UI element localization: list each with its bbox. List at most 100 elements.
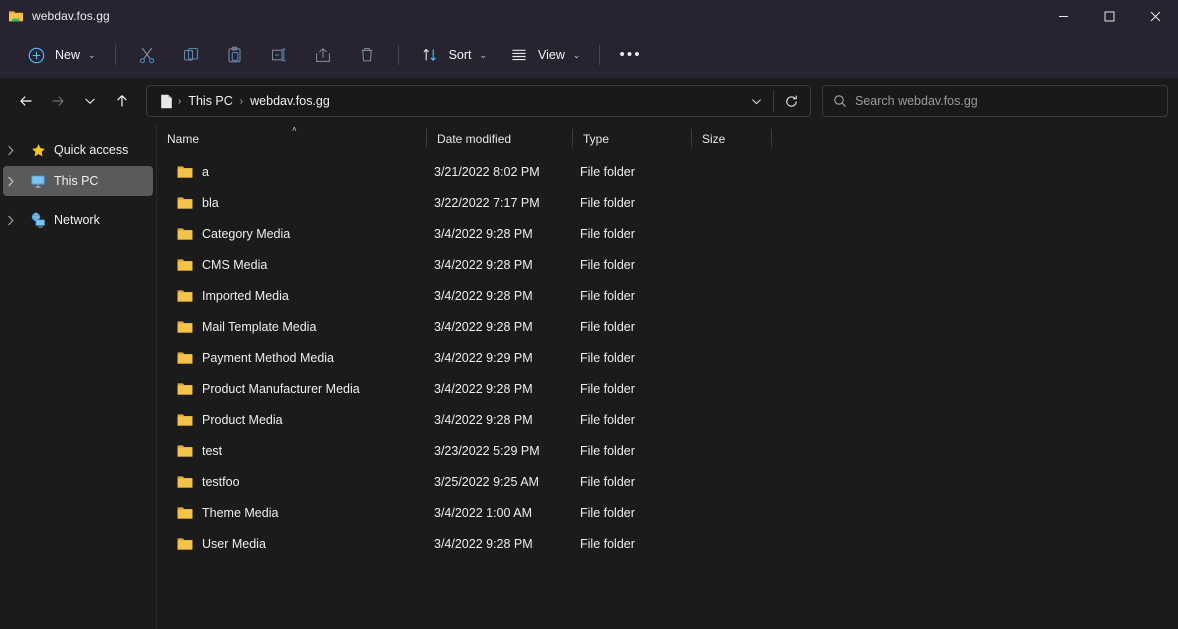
cell-date-modified: 3/21/2022 8:02 PM — [434, 164, 540, 179]
minimize-button[interactable] — [1040, 0, 1086, 32]
column-header-label: Type — [583, 132, 610, 146]
folder-icon — [177, 165, 193, 179]
overflow-menu-button[interactable]: ••• — [609, 39, 651, 71]
cell-name: Imported Media — [160, 280, 427, 311]
column-divider[interactable] — [771, 129, 772, 148]
table-row[interactable]: Payment Method Media 3/4/2022 9:29 PM File… — [160, 342, 1175, 373]
table-row[interactable]: Product Media 3/4/2022 9:28 PM File folder — [160, 404, 1175, 435]
delete-button[interactable] — [345, 39, 389, 71]
cell-name: testfoo — [160, 466, 427, 497]
chevron-right-icon[interactable] — [7, 215, 27, 226]
table-row[interactable]: bla 3/22/2022 7:17 PM File folder — [160, 187, 1175, 218]
maximize-button[interactable] — [1086, 0, 1132, 32]
sidebar-item-this-pc[interactable]: This PC — [3, 166, 153, 196]
cell-size — [692, 497, 772, 528]
copy-button[interactable] — [169, 39, 213, 71]
sidebar-item-label: Network — [54, 213, 100, 227]
share-button[interactable] — [301, 39, 345, 71]
sidebar-item-network[interactable]: Network — [3, 205, 153, 235]
sort-ascending-icon: ˄ — [292, 125, 297, 134]
cell-name: CMS Media — [160, 249, 427, 280]
cell-name: test — [160, 435, 427, 466]
view-button[interactable]: View ⌄ — [497, 39, 590, 71]
search-icon — [833, 94, 847, 108]
folder-icon — [177, 289, 193, 303]
back-button[interactable] — [10, 85, 42, 117]
share-icon — [311, 43, 335, 67]
close-button[interactable] — [1132, 0, 1178, 32]
chevron-down-icon: ⌄ — [572, 49, 581, 60]
address-bar-actions — [741, 87, 806, 115]
column-header-date-modified[interactable]: Date modified — [427, 124, 573, 154]
address-dropdown-button[interactable] — [741, 87, 771, 115]
cell-size — [692, 280, 772, 311]
monitor-icon — [27, 173, 49, 189]
file-name-label: Product Media — [202, 412, 283, 427]
table-row[interactable]: Mail Template Media 3/4/2022 9:28 PM File … — [160, 311, 1175, 342]
column-header-name[interactable]: ˄ Name — [157, 124, 427, 154]
cell-type: File folder — [580, 350, 635, 365]
table-row[interactable]: testfoo 3/25/2022 9:25 AM File folder — [160, 466, 1175, 497]
trash-icon — [355, 43, 379, 67]
cell-size — [692, 528, 772, 559]
cell-type: File folder — [580, 443, 635, 458]
breadcrumb-webdav[interactable]: webdav.fos.gg — [244, 91, 336, 111]
folder-icon — [177, 382, 193, 396]
file-name-label: test — [202, 443, 223, 458]
sidebar-item-quick-access[interactable]: Quick access — [3, 135, 153, 165]
cell-date-modified: 3/4/2022 9:28 PM — [434, 412, 533, 427]
breadcrumb-this-pc[interactable]: This PC — [182, 91, 238, 111]
table-row[interactable]: test 3/23/2022 5:29 PM File folder — [160, 435, 1175, 466]
column-header-label: Name — [167, 132, 200, 146]
folder-icon — [177, 196, 193, 210]
rename-button[interactable] — [257, 39, 301, 71]
paste-button[interactable] — [213, 39, 257, 71]
cell-type: File folder — [580, 226, 635, 241]
cell-type: File folder — [580, 474, 635, 489]
table-row[interactable]: Theme Media 3/4/2022 1:00 AM File folder — [160, 497, 1175, 528]
table-row[interactable]: User Media 3/4/2022 9:28 PM File folder — [160, 528, 1175, 559]
chevron-right-icon[interactable] — [7, 176, 27, 187]
sidebar-item-label: This PC — [54, 174, 99, 188]
search-input[interactable]: Search webdav.fos.gg — [855, 94, 978, 108]
cell-name: a — [160, 156, 427, 187]
table-row[interactable]: CMS Media 3/4/2022 9:28 PM File folder — [160, 249, 1175, 280]
window-controls — [1040, 0, 1178, 32]
breadcrumb: › This PC › webdav.fos.gg — [156, 91, 741, 112]
network-icon — [27, 212, 49, 228]
cell-name: Payment Method Media — [160, 342, 427, 373]
file-list: a 3/21/2022 8:02 PM File folder bla 3/22/202… — [157, 154, 1178, 629]
table-row[interactable]: Category Media 3/4/2022 9:28 PM File folde… — [160, 218, 1175, 249]
column-header-size[interactable]: Size — [692, 124, 772, 154]
column-header-type[interactable]: Type — [573, 124, 692, 154]
recent-locations-button[interactable] — [74, 85, 106, 117]
refresh-button[interactable] — [776, 87, 806, 115]
cell-size — [692, 156, 772, 187]
cell-size — [692, 218, 772, 249]
cell-date-modified: 3/22/2022 7:17 PM — [434, 195, 540, 210]
table-row[interactable]: Product Manufacturer Media 3/4/2022 9:28 … — [160, 373, 1175, 404]
file-name-label: testfoo — [202, 474, 240, 489]
cell-type: File folder — [580, 536, 635, 551]
new-button[interactable]: New ⌄ — [14, 39, 106, 71]
cell-date-modified: 3/4/2022 1:00 AM — [434, 505, 532, 520]
cell-name: Category Media — [160, 218, 427, 249]
table-row[interactable]: a 3/21/2022 8:02 PM File folder — [160, 156, 1175, 187]
chevron-down-icon: ⌄ — [88, 49, 96, 60]
chevron-down-icon: ⌄ — [479, 49, 488, 60]
forward-button[interactable] — [42, 85, 74, 117]
cut-button[interactable] — [125, 39, 169, 71]
search-box[interactable]: Search webdav.fos.gg — [822, 85, 1168, 117]
chevron-right-icon[interactable] — [7, 145, 27, 156]
address-bar[interactable]: › This PC › webdav.fos.gg — [146, 85, 811, 117]
up-button[interactable] — [106, 85, 138, 117]
table-row[interactable]: Imported Media 3/4/2022 9:28 PM File folde… — [160, 280, 1175, 311]
sort-button[interactable]: Sort ⌄ — [408, 39, 497, 71]
file-name-label: a — [202, 164, 209, 179]
cell-date-modified: 3/25/2022 9:25 AM — [434, 474, 539, 489]
cell-type: File folder — [580, 381, 635, 396]
new-button-label: New — [55, 48, 81, 62]
document-icon[interactable] — [156, 91, 177, 112]
paste-icon — [223, 43, 247, 67]
command-toolbar: New ⌄ Sort ⌄ View ⌄ ••• — [0, 32, 1178, 78]
